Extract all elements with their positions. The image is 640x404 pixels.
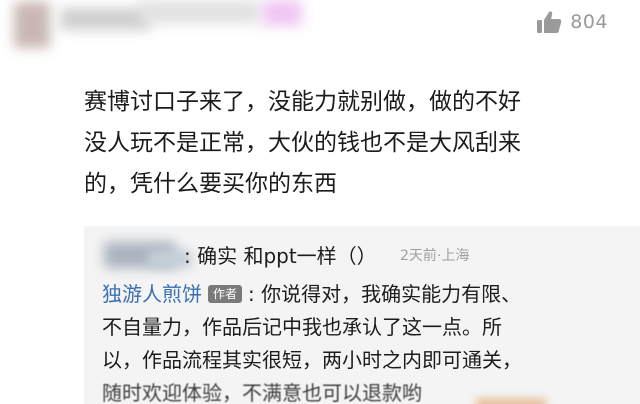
username-blurred[interactable] [60,8,150,30]
user-badge-blurred [262,0,302,26]
reply-timestamp: 2天前·上海 [400,248,470,264]
reply-item[interactable]: : 确实 和ppt一样（） 2天前·上海 [84,236,640,268]
thumbs-up-icon[interactable] [536,10,562,34]
author-reply-item[interactable]: 独游人煎饼 作者 : 你说得对，我确实能力有限、 不自量力，作品后记中我也承认了这一… [102,278,632,404]
comment-line: 赛博讨口子来了，没能力就别做，做的不好 [84,89,521,115]
reply-text: : 确实 和ppt一样（） [184,244,377,268]
like-count: 804 [570,11,608,33]
author-badge: 作者 [208,285,243,303]
author-reply-line: : 你说得对，我确实能力有限、 [248,282,522,306]
author-reply-line: 随时欢迎体验，不满意也可以退款哟 [102,381,422,404]
comment-text: 赛博讨口子来了，没能力就别做，做的不好 没人玩不是正常，大伙的钱也不是大风刮来 … [84,82,624,205]
like-button[interactable]: 804 [536,10,608,34]
username-blurred-extra [140,0,260,24]
comment-line: 没人玩不是正常，大伙的钱也不是大风刮来 [84,130,521,156]
author-name-link[interactable]: 独游人煎饼 [102,282,202,306]
author-reply-line: 不自量力，作品后记中我也承认了这一点。所 [102,315,502,339]
emoji-sticker [476,398,546,404]
avatar[interactable] [14,2,50,48]
reply-section: : 确实 和ppt一样（） 2天前·上海 独游人煎饼 作者 : 你说得对，我确实能力… [84,226,640,404]
author-reply-line: 以，作品流程其实很短，两小时之内即可通关， [102,348,522,372]
comment-line: 的，凭什么要买你的东西 [84,171,337,197]
